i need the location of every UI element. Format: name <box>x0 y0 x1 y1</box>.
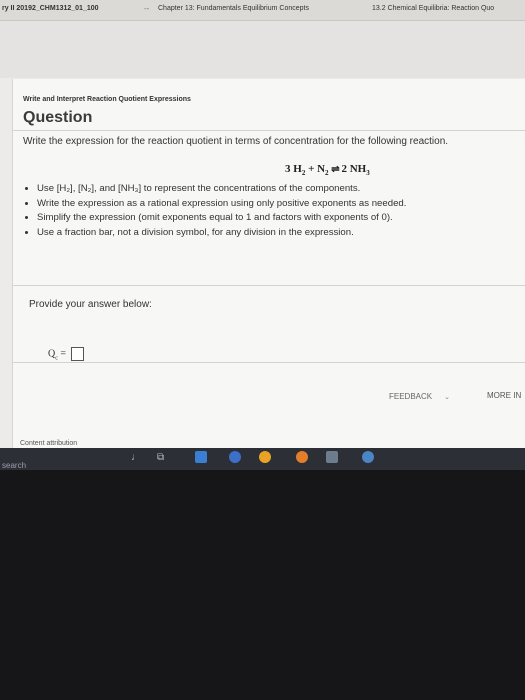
chevron-down-icon: ⌄ <box>444 394 450 401</box>
product-symbol: NH <box>349 163 367 175</box>
edge-browser-icon[interactable] <box>229 451 241 463</box>
tab-13-2-chemical-equilibria[interactable]: 13.2 Chemical Equilibria: Reaction Quo <box>372 5 494 12</box>
store-icon[interactable] <box>326 451 338 463</box>
instruction-list: Use [H₂], [N₂], and [NH₃] to represent t… <box>23 183 525 241</box>
app-orange-icon[interactable] <box>296 451 308 463</box>
taskbar-search[interactable]: search <box>2 461 26 470</box>
instruction-item: Use [H₂], [N₂], and [NH₃] to represent t… <box>37 183 525 195</box>
dark-bezel-area <box>0 470 525 700</box>
browser-tab-bar: ry II 20192_CHM1312_01_100 -- Chapter 13… <box>0 0 525 21</box>
app-blue-icon[interactable] <box>362 451 374 463</box>
reactant-1-symbol: H <box>293 163 302 175</box>
file-explorer-icon[interactable] <box>195 451 207 463</box>
answer-label: Provide your answer below: <box>29 299 152 310</box>
divider <box>13 362 525 363</box>
tab-chapter-13[interactable]: Chapter 13: Fundamentals Equilibrium Con… <box>158 5 309 12</box>
reactant-1-subscript: 2 <box>301 169 306 178</box>
browser-screen: ry II 20192_CHM1312_01_100 -- Chapter 13… <box>0 0 525 470</box>
divider <box>13 285 525 286</box>
qc-subscript: c <box>55 355 58 362</box>
content-attribution-link[interactable]: Content attribution <box>20 440 77 447</box>
reactant-1-coef: 3 <box>285 163 291 175</box>
instruction-item: Use a fraction bar, not a division symbo… <box>37 227 525 239</box>
question-title: Question <box>23 109 93 126</box>
product-coef: 2 <box>341 163 347 175</box>
tab-separator: -- <box>144 4 150 13</box>
task-view-icon[interactable]: ⧉ <box>157 452 169 464</box>
microphone-icon[interactable]: ♩ <box>131 452 143 464</box>
product-subscript: 3 <box>366 169 370 178</box>
plus-sign: + <box>308 163 315 175</box>
equilibrium-arrow-icon: ⇌ <box>331 164 339 175</box>
breadcrumb: Write and Interpret Reaction Quotient Ex… <box>23 96 191 103</box>
instruction-item: Write the expression as a rational expre… <box>37 198 525 210</box>
feedback-label: FEEDBACK <box>389 392 433 401</box>
feedback-button[interactable]: FEEDBACK ⌄ <box>389 392 450 401</box>
equals-sign: = <box>60 348 67 360</box>
question-prompt: Write the expression for the reaction qu… <box>23 136 449 147</box>
answer-row: Qc = <box>48 347 84 361</box>
answer-input[interactable] <box>70 347 84 361</box>
chrome-icon[interactable] <box>259 451 271 463</box>
tab-course[interactable]: ry II 20192_CHM1312_01_100 <box>2 5 99 12</box>
question-panel: Write and Interpret Reaction Quotient Ex… <box>12 79 525 459</box>
divider <box>13 130 525 131</box>
header-gap <box>0 21 525 78</box>
more-info-button[interactable]: MORE IN <box>487 391 521 400</box>
reactant-2-subscript: 2 <box>325 169 329 178</box>
reaction-equation: 3 H2 + N2 ⇌ 2 NH3 <box>285 163 370 177</box>
instruction-item: Simplify the expression (omit exponents … <box>37 212 525 224</box>
reactant-2-symbol: N <box>317 163 326 175</box>
